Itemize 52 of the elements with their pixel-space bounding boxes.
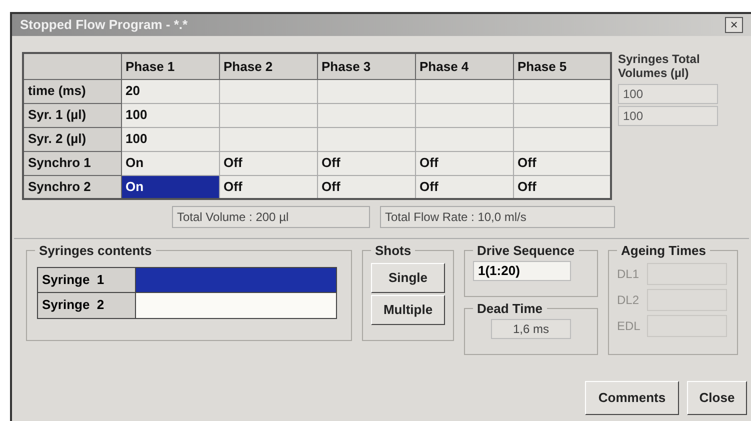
group-title: Dead Time [476,300,544,318]
syringe-label: Syringe 1 [38,268,136,292]
row-header: Synchro 1 [23,151,121,175]
column-header: Phase 4 [415,53,513,79]
total-volume-field: 100 [618,106,718,126]
table-cell[interactable] [415,103,513,127]
drive-sequence-field[interactable]: 1(1:20) [473,260,571,280]
table-cell[interactable]: 100 [121,127,219,151]
group-title: Syringes contents [38,242,153,260]
status-field: Total Volume : 200 µl [172,206,370,228]
totals-heading: Syringes Total Volumes (µl) [618,52,701,80]
table-cell[interactable] [219,127,317,151]
row-header: Syr. 1 (µl) [23,103,121,127]
column-header: Phase 2 [219,53,317,79]
row-header: Syr. 2 (µl) [23,127,121,151]
total-volume-field: 100 [618,84,718,104]
column-header: Phase 3 [317,53,415,79]
table-cell[interactable] [317,79,415,103]
close-button[interactable]: × [725,17,743,33]
table-cell[interactable] [415,127,513,151]
table-cell[interactable] [219,103,317,127]
column-header: Phase 1 [121,53,219,79]
table-cell[interactable] [219,79,317,103]
shot-button[interactable]: Multiple [371,294,445,324]
syringe-label: Syringe 2 [38,292,136,318]
color-swatch[interactable] [136,292,336,318]
table-cell[interactable]: 20 [121,79,219,103]
window-title: Stopped Flow Program - *.* [20,16,188,34]
row-header: time (ms) [23,79,121,103]
field-label: DL2 [617,292,640,308]
table-cell[interactable]: Off [415,151,513,175]
table-cell[interactable]: On [121,175,219,199]
table-cell[interactable] [317,103,415,127]
table-cell[interactable]: On [121,151,219,175]
status-field: Total Flow Rate : 10,0 ml/s [380,206,615,228]
shot-button[interactable]: Single [371,262,445,292]
column-header: Phase 5 [513,53,611,79]
field-label: EDL [617,318,642,334]
group-title: Shots [374,242,412,260]
table-cell[interactable]: Off [317,151,415,175]
table-cell[interactable]: Off [219,151,317,175]
table-cell[interactable] [415,79,513,103]
group-title: Ageing Times [620,242,708,260]
group-title: Drive Sequence [476,242,576,260]
field-label: DL1 [617,266,640,282]
table-cell[interactable]: 100 [121,103,219,127]
color-swatch[interactable] [136,268,336,292]
table-cell[interactable] [317,127,415,151]
dead-time-field: 1,6 ms [491,318,571,338]
row-header: Synchro 2 [23,175,121,199]
dialog-button[interactable]: Comments [585,381,679,415]
dialog-button[interactable]: Close [687,381,747,415]
